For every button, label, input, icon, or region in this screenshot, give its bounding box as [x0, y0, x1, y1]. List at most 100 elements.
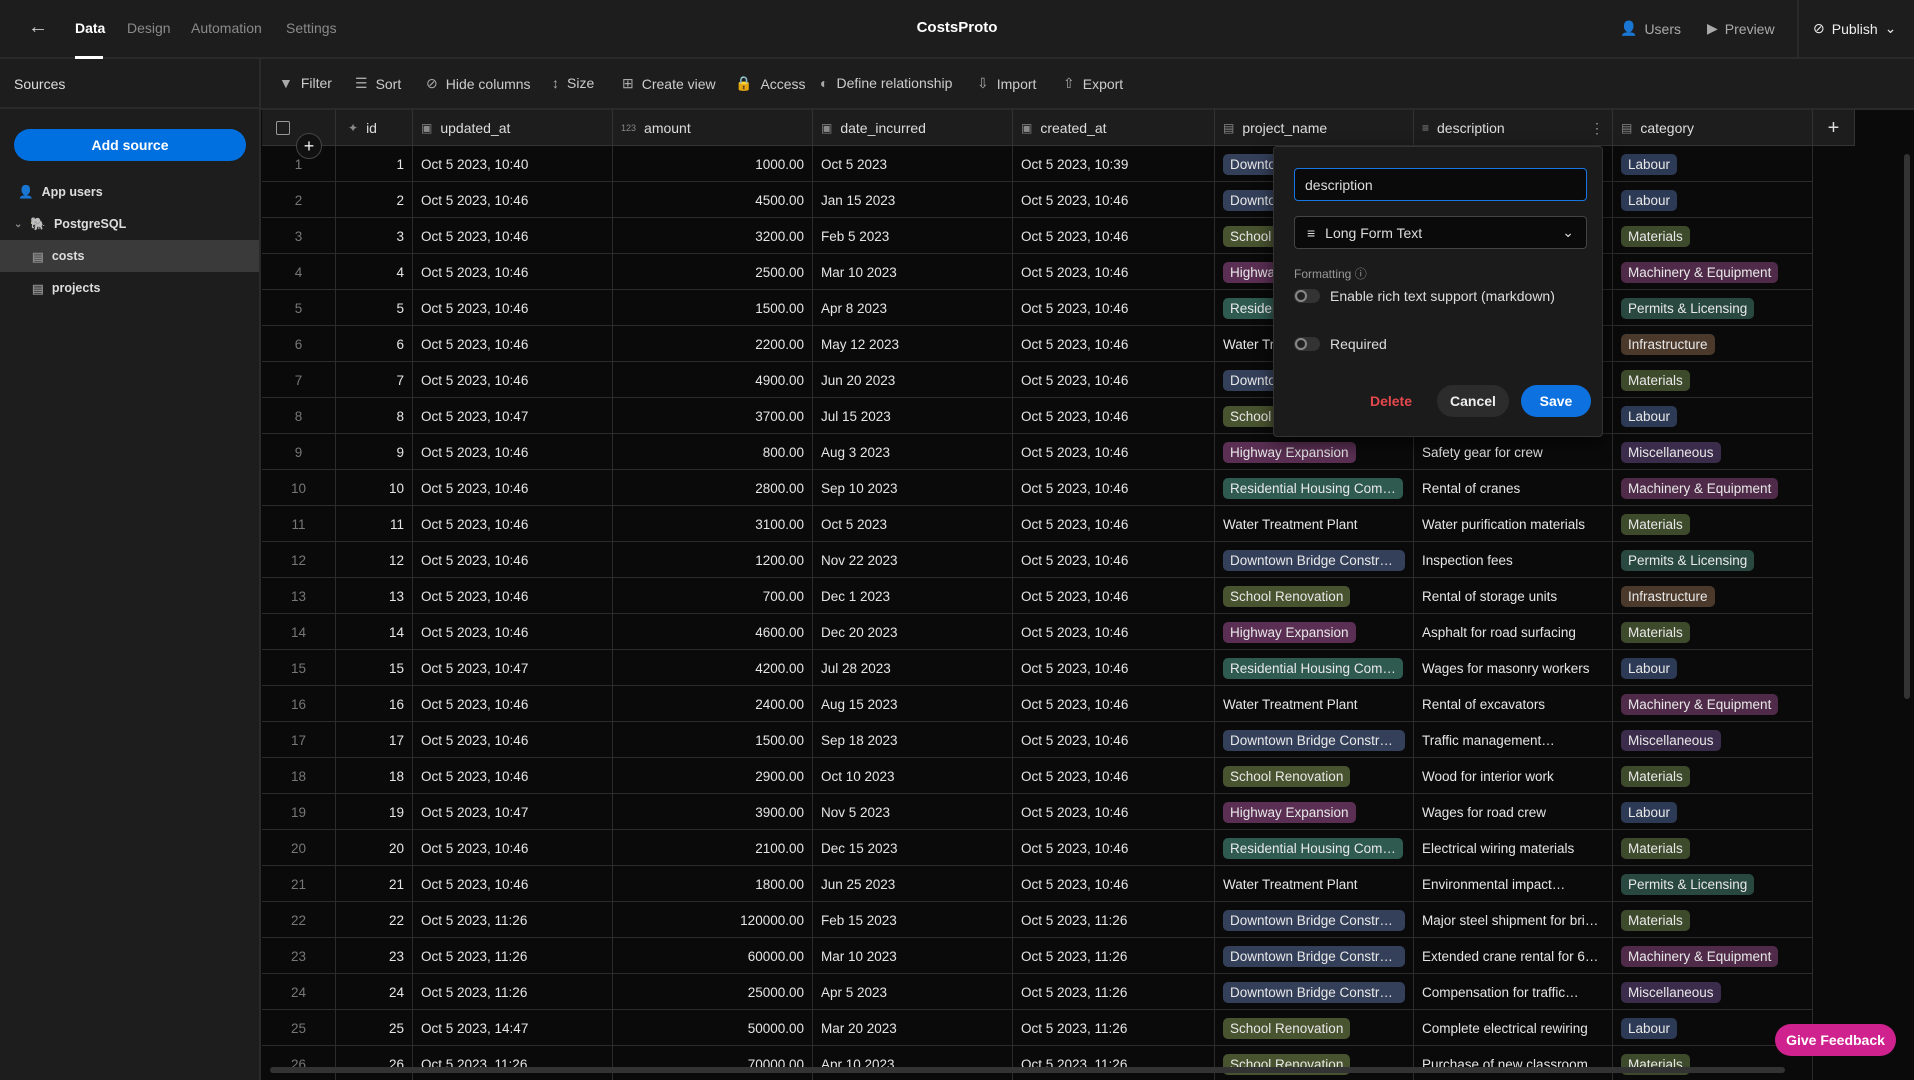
- cell-id[interactable]: 21: [336, 866, 413, 902]
- table-row[interactable]: 22 22 Oct 5 2023, 11:26 120000.00 Feb 15 202…: [262, 902, 1813, 938]
- cell-date-incurred[interactable]: May 12 2023: [813, 326, 1013, 362]
- column-name-input[interactable]: [1294, 168, 1587, 201]
- cell-updated-at[interactable]: Oct 5 2023, 10:46: [413, 434, 613, 470]
- cell-id[interactable]: 17: [336, 722, 413, 758]
- cell-category[interactable]: Labour: [1613, 182, 1813, 218]
- cell-created-at[interactable]: Oct 5 2023, 10:46: [1013, 614, 1215, 650]
- cell-date-incurred[interactable]: Apr 5 2023: [813, 974, 1013, 1010]
- cell-amount[interactable]: 1500.00: [613, 290, 813, 326]
- cell-created-at[interactable]: Oct 5 2023, 10:46: [1013, 794, 1215, 830]
- sidebar-item-postgresql[interactable]: ⌄ 🐘 PostgreSQL: [0, 208, 259, 240]
- table-row[interactable]: 12 12 Oct 5 2023, 10:46 1200.00 Nov 22 2023 O…: [262, 542, 1813, 578]
- cell-description[interactable]: Inspection fees: [1414, 542, 1613, 578]
- cell-created-at[interactable]: Oct 5 2023, 10:46: [1013, 326, 1215, 362]
- cell-category[interactable]: Materials: [1613, 758, 1813, 794]
- cell-category[interactable]: Miscellaneous: [1613, 434, 1813, 470]
- cell-created-at[interactable]: Oct 5 2023, 11:26: [1013, 1010, 1215, 1046]
- cell-id[interactable]: 22: [336, 902, 413, 938]
- cell-updated-at[interactable]: Oct 5 2023, 10:46: [413, 182, 613, 218]
- cell-amount[interactable]: 800.00: [613, 434, 813, 470]
- table-row[interactable]: 17 17 Oct 5 2023, 10:46 1500.00 Sep 18 2023 O…: [262, 722, 1813, 758]
- add-source-button[interactable]: Add source: [14, 129, 246, 161]
- cell-project-name[interactable]: Residential Housing Com…: [1215, 830, 1414, 866]
- cell-created-at[interactable]: Oct 5 2023, 11:26: [1013, 974, 1215, 1010]
- cell-category[interactable]: Machinery & Equipment: [1613, 686, 1813, 722]
- cell-id[interactable]: 20: [336, 830, 413, 866]
- cell-updated-at[interactable]: Oct 5 2023, 10:46: [413, 866, 613, 902]
- column-header-amount[interactable]: 123 amount: [613, 110, 813, 146]
- column-header-category[interactable]: ▤ category: [1613, 110, 1813, 146]
- hide-columns-button[interactable]: ⊘ Hide columns: [426, 75, 531, 92]
- cell-project-name[interactable]: Highway Expansion: [1215, 614, 1414, 650]
- cell-id[interactable]: 8: [336, 398, 413, 434]
- cell-created-at[interactable]: Oct 5 2023, 10:46: [1013, 650, 1215, 686]
- cell-id[interactable]: 1: [336, 146, 413, 182]
- more-options-icon[interactable]: ⋮: [1590, 120, 1604, 137]
- cell-id[interactable]: 6: [336, 326, 413, 362]
- cell-date-incurred[interactable]: Oct 5 2023: [813, 506, 1013, 542]
- preview-button[interactable]: ▶ Preview: [1707, 20, 1775, 37]
- table-row[interactable]: 19 19 Oct 5 2023, 10:47 3900.00 Nov 5 2023 Oc…: [262, 794, 1813, 830]
- export-button[interactable]: ⇧ Export: [1063, 75, 1123, 92]
- cell-category[interactable]: Materials: [1613, 362, 1813, 398]
- cell-category[interactable]: Machinery & Equipment: [1613, 938, 1813, 974]
- tab-automation[interactable]: Automation: [191, 20, 262, 36]
- cell-updated-at[interactable]: Oct 5 2023, 10:46: [413, 542, 613, 578]
- cell-created-at[interactable]: Oct 5 2023, 10:46: [1013, 722, 1215, 758]
- cell-updated-at[interactable]: Oct 5 2023, 11:26: [413, 938, 613, 974]
- cell-amount[interactable]: 4900.00: [613, 362, 813, 398]
- cell-updated-at[interactable]: Oct 5 2023, 11:26: [413, 902, 613, 938]
- cell-category[interactable]: Labour: [1613, 146, 1813, 182]
- cell-id[interactable]: 25: [336, 1010, 413, 1046]
- cell-category[interactable]: Miscellaneous: [1613, 722, 1813, 758]
- cell-description[interactable]: Wages for masonry workers: [1414, 650, 1613, 686]
- column-header-date-incurred[interactable]: ▣ date_incurred: [813, 110, 1013, 146]
- cell-id[interactable]: 10: [336, 470, 413, 506]
- cell-date-incurred[interactable]: Feb 15 2023: [813, 902, 1013, 938]
- cell-project-name[interactable]: Downtown Bridge Constru…: [1215, 938, 1414, 974]
- cell-created-at[interactable]: Oct 5 2023, 10:46: [1013, 578, 1215, 614]
- cell-created-at[interactable]: Oct 5 2023, 10:46: [1013, 758, 1215, 794]
- users-button[interactable]: 👤 Users: [1620, 20, 1681, 37]
- cell-amount[interactable]: 50000.00: [613, 1010, 813, 1046]
- table-row[interactable]: 16 16 Oct 5 2023, 10:46 2400.00 Aug 15 2023 O…: [262, 686, 1813, 722]
- cell-date-incurred[interactable]: Aug 15 2023: [813, 686, 1013, 722]
- cell-updated-at[interactable]: Oct 5 2023, 10:46: [413, 218, 613, 254]
- cell-id[interactable]: 26: [336, 1046, 413, 1080]
- cell-date-incurred[interactable]: Apr 8 2023: [813, 290, 1013, 326]
- cell-amount[interactable]: 2400.00: [613, 686, 813, 722]
- cell-amount[interactable]: 2200.00: [613, 326, 813, 362]
- column-header-updated-at[interactable]: ▣ updated_at: [413, 110, 613, 146]
- cell-created-at[interactable]: Oct 5 2023, 10:46: [1013, 542, 1215, 578]
- cell-id[interactable]: 5: [336, 290, 413, 326]
- cell-category[interactable]: Infrastructure: [1613, 326, 1813, 362]
- cell-description[interactable]: Rental of cranes: [1414, 470, 1613, 506]
- cell-description[interactable]: Asphalt for road surfacing: [1414, 614, 1613, 650]
- cell-date-incurred[interactable]: Dec 1 2023: [813, 578, 1013, 614]
- cell-id[interactable]: 18: [336, 758, 413, 794]
- cell-amount[interactable]: 4500.00: [613, 182, 813, 218]
- cell-amount[interactable]: 3700.00: [613, 398, 813, 434]
- cell-created-at[interactable]: Oct 5 2023, 11:26: [1013, 1046, 1215, 1080]
- table-row[interactable]: 26 26 Oct 5 2023, 11:26 70000.00 Apr 10 2023…: [262, 1046, 1813, 1080]
- cell-created-at[interactable]: Oct 5 2023, 10:46: [1013, 866, 1215, 902]
- cell-id[interactable]: 9: [336, 434, 413, 470]
- cell-category[interactable]: Labour: [1613, 650, 1813, 686]
- cell-updated-at[interactable]: Oct 5 2023, 10:46: [413, 326, 613, 362]
- cell-id[interactable]: 7: [336, 362, 413, 398]
- cell-description[interactable]: Safety gear for crew: [1414, 434, 1613, 470]
- column-header-created-at[interactable]: ▣ created_at: [1013, 110, 1215, 146]
- cell-date-incurred[interactable]: Feb 5 2023: [813, 218, 1013, 254]
- delete-button[interactable]: Delete: [1355, 385, 1427, 417]
- cell-updated-at[interactable]: Oct 5 2023, 10:46: [413, 470, 613, 506]
- cell-amount[interactable]: 3900.00: [613, 794, 813, 830]
- cell-description[interactable]: Environmental impact…: [1414, 866, 1613, 902]
- cell-date-incurred[interactable]: Sep 10 2023: [813, 470, 1013, 506]
- cell-date-incurred[interactable]: Sep 18 2023: [813, 722, 1013, 758]
- cell-updated-at[interactable]: Oct 5 2023, 10:46: [413, 506, 613, 542]
- cell-created-at[interactable]: Oct 5 2023, 10:46: [1013, 470, 1215, 506]
- table-row[interactable]: 25 25 Oct 5 2023, 14:47 50000.00 Mar 20 2023…: [262, 1010, 1813, 1046]
- cell-amount[interactable]: 1800.00: [613, 866, 813, 902]
- tab-settings[interactable]: Settings: [286, 20, 337, 36]
- cell-description[interactable]: Compensation for traffic…: [1414, 974, 1613, 1010]
